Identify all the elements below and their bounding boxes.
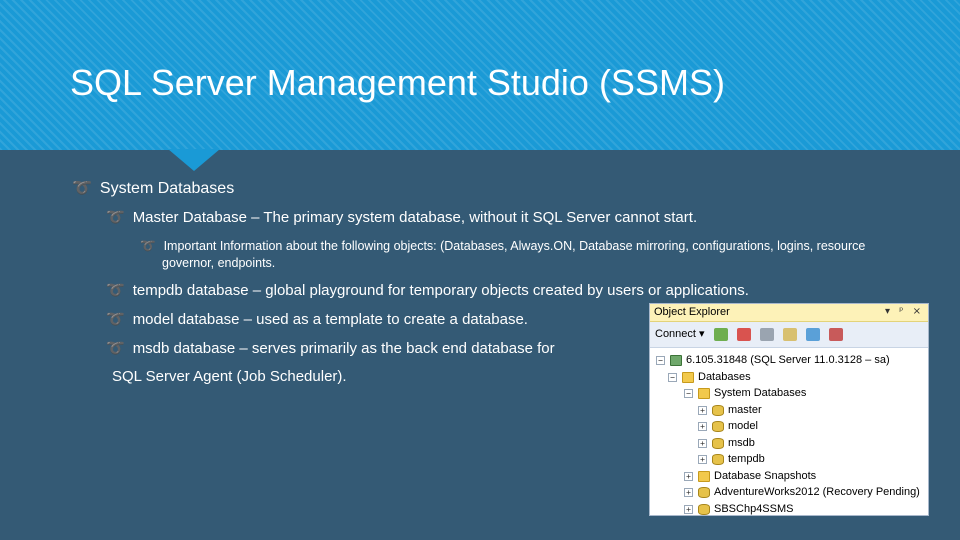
database-icon [712,421,724,432]
bullet-tempdb: ➰ tempdb database – global playground for… [106,281,749,299]
slide-title: SQL Server Management Studio (SSMS) [70,62,725,103]
database-icon [698,503,710,515]
tree-node-label: SBSChp4SSMS [714,502,794,515]
tree-node-server[interactable]: − 6.105.31848 (SQL Server 11.0.3128 – sa… [650,352,928,369]
tree-node-msdb[interactable]: + msdb [650,435,928,452]
database-icon [712,454,724,465]
collapse-icon[interactable] [828,327,843,341]
tree-node-system-databases[interactable]: − System Databases [650,385,928,402]
curly-arrow-icon: ➰ [72,178,92,197]
folder-icon [698,470,710,482]
object-explorer-tree: − 6.105.31848 (SQL Server 11.0.3128 – sa… [650,348,928,516]
expand-toggle-icon[interactable]: + [684,471,693,481]
server-icon [670,355,682,366]
tree-node-label: msdb [728,436,755,449]
tree-node-label: tempdb [728,453,765,465]
database-icon [698,487,710,498]
tree-node-databases[interactable]: − Databases [650,369,928,386]
tree-node-label: Database Snapshots [714,469,817,482]
connect-icon[interactable] [713,327,728,341]
bullet-model: ➰ model database – used as a template to … [106,310,528,328]
tree-node-database-snapshots[interactable]: + Database Snapshots [650,468,928,485]
object-explorer-titlebar: Object Explorer ▾ ᵖ × [650,304,928,322]
tree-node-label: master [728,403,762,416]
tree-node-label: AdventureWorks2012 (Recovery Pending) [714,486,920,498]
bullet-master: ➰ Master Database – The primary system da… [106,208,697,226]
collapse-toggle-icon[interactable]: − [668,372,677,382]
tree-node-label: 6.105.31848 (SQL Server 11.0.3128 – sa) [686,354,890,366]
stop-icon[interactable] [759,327,774,341]
bullet-text: Master Database – The primary system dat… [132,209,698,226]
folder-icon [698,388,710,399]
tree-node-tempdb[interactable]: + tempdb [650,451,928,468]
titlebar-buttons[interactable]: ▾ ᵖ × [885,306,924,317]
bullet-msdb: ➰ msdb database – serves primarily as the… [106,339,555,357]
database-icon [712,404,724,416]
collapse-toggle-icon[interactable]: − [684,389,693,398]
expand-toggle-icon[interactable]: + [684,488,693,497]
tree-node-sbschp[interactable]: + SBSChp4SSMS [650,501,928,516]
object-explorer-toolbar: Connect ▾ [650,322,928,348]
tree-node-label: Databases [698,370,751,383]
collapse-toggle-icon[interactable]: − [656,356,665,365]
expand-toggle-icon[interactable]: + [698,438,707,448]
database-icon [712,437,724,449]
refresh-icon[interactable] [805,327,820,341]
expand-toggle-icon[interactable]: + [698,455,707,464]
object-explorer-panel: Object Explorer ▾ ᵖ × Connect ▾ − 6.105.… [649,303,929,516]
tree-node-master[interactable]: + master [650,402,928,419]
bullet-system-databases: ➰ System Databases [72,178,234,198]
folder-icon [682,371,694,383]
connect-button[interactable]: Connect ▾ [655,328,705,340]
curly-arrow-icon: ➰ [106,310,125,328]
expand-toggle-icon[interactable]: + [684,504,693,514]
bullet-text: Important Information about the followin… [162,239,866,270]
tree-node-model[interactable]: + model [650,418,928,435]
disconnect-icon[interactable] [736,327,751,341]
bullet-text: msdb database – serves primarily as the … [132,340,555,357]
curly-arrow-icon: ➰ [140,238,156,253]
curly-arrow-icon: ➰ [106,339,125,357]
tree-node-adventureworks[interactable]: + AdventureWorks2012 (Recovery Pending) [650,484,928,501]
expand-toggle-icon[interactable]: + [698,405,707,415]
banner-notch [168,149,220,171]
expand-toggle-icon[interactable]: + [698,422,707,431]
bullet-text: tempdb database – global playground for … [132,282,749,299]
bullet-text: model database – used as a template to c… [132,311,528,328]
bullet-msdb-continuation: SQL Server Agent (Job Scheduler). [112,368,347,385]
curly-arrow-icon: ➰ [106,208,125,226]
curly-arrow-icon: ➰ [106,281,125,299]
filter-icon[interactable] [782,327,797,341]
tree-node-label: System Databases [714,387,807,399]
bullet-master-info: ➰ Important Information about the followi… [140,237,900,272]
object-explorer-title: Object Explorer [654,306,730,318]
tree-node-label: model [728,420,758,432]
bullet-text: System Databases [99,180,235,197]
